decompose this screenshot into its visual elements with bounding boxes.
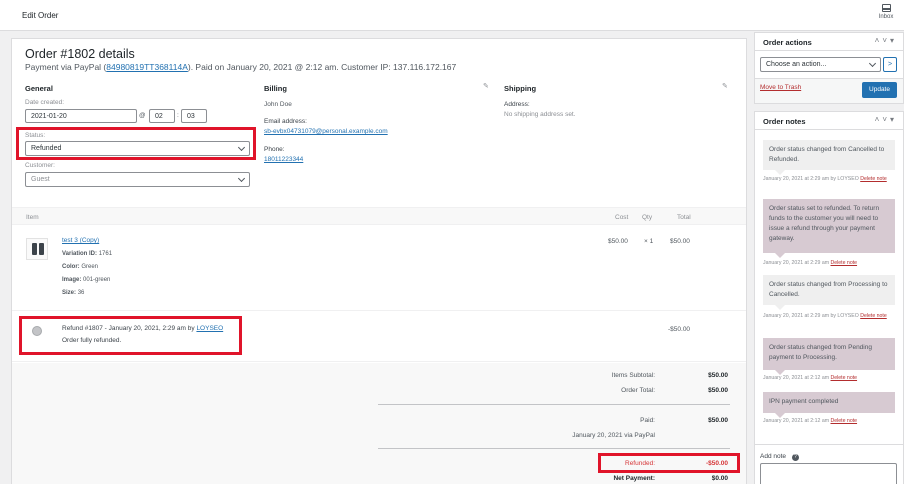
items-table-header: Item Cost Qty Total bbox=[12, 207, 746, 225]
product-qty: × 1 bbox=[644, 238, 654, 245]
paid-value: $50.00 bbox=[708, 417, 728, 424]
product-name[interactable]: test 3 (Copy) bbox=[62, 237, 99, 244]
billing-phone-value[interactable]: 18011223344 bbox=[264, 156, 303, 163]
edit-billing-icon[interactable]: ✎ bbox=[483, 82, 489, 90]
order-note: Order status changed from Cancelled to R… bbox=[763, 140, 895, 175]
transaction-link[interactable]: 84980819TT368114A bbox=[106, 62, 188, 72]
inbox-button[interactable]: Inbox bbox=[874, 4, 898, 20]
col-total: Total bbox=[677, 214, 691, 221]
add-note-textarea[interactable] bbox=[760, 463, 897, 484]
billing-email-label: Email address: bbox=[264, 118, 307, 125]
add-note-label: Add note ? bbox=[760, 453, 799, 461]
inbox-label: Inbox bbox=[878, 14, 894, 20]
shipping-address-label: Address: bbox=[504, 101, 530, 108]
note-meta: January 20, 2021 at 2:12 am Delete note bbox=[763, 375, 858, 381]
delete-note-link[interactable]: Delete note bbox=[831, 260, 858, 266]
order-note: Order status changed from Pending paymen… bbox=[763, 338, 895, 375]
note-meta: January 20, 2021 at 2:29 am by LOYSEO De… bbox=[763, 313, 887, 319]
product-cost: $50.00 bbox=[608, 238, 628, 245]
order-notes-heading: Order notes bbox=[763, 117, 806, 126]
time-colon: : bbox=[177, 112, 179, 119]
order-data-panel: Order #1802 details Payment via PayPal (… bbox=[11, 38, 747, 484]
customer-label: Customer: bbox=[25, 162, 55, 169]
chevron-down-icon bbox=[237, 174, 246, 183]
totals-divider-2 bbox=[378, 448, 730, 449]
move-to-trash-link[interactable]: Move to Trash bbox=[760, 84, 801, 91]
chevron-down-icon bbox=[868, 59, 877, 68]
date-created-input[interactable]: 2021-01-20 bbox=[25, 109, 137, 123]
product-thumbnail bbox=[26, 238, 48, 260]
order-total-value: $50.00 bbox=[708, 387, 728, 394]
apply-action-button[interactable]: > bbox=[883, 57, 897, 72]
minute-input[interactable]: 03 bbox=[181, 109, 207, 123]
delete-note-link[interactable]: Delete note bbox=[860, 313, 887, 319]
totals-divider bbox=[378, 404, 730, 405]
order-title: Order #1802 details bbox=[25, 47, 135, 61]
paid-label: Paid: bbox=[640, 417, 655, 424]
order-actions-heading: Order actions bbox=[763, 38, 812, 47]
note-meta: January 20, 2021 at 2:29 am by LOYSEO De… bbox=[763, 176, 887, 182]
shipping-address-value: No shipping address set. bbox=[504, 111, 576, 118]
page-title: Edit Order bbox=[22, 11, 59, 20]
delete-note-link[interactable]: Delete note bbox=[860, 176, 887, 182]
order-notes-box: Order notes ˄˅▾ Order status changed fro… bbox=[754, 111, 904, 484]
billing-email-value[interactable]: sb-evbx04731079@personal.example.com bbox=[264, 128, 388, 135]
note-meta: January 20, 2021 at 2:29 am Delete note bbox=[763, 260, 858, 266]
delete-note-link[interactable]: Delete note bbox=[831, 418, 858, 424]
variation-meta: Variation ID: 1761 bbox=[62, 251, 113, 257]
general-heading: General bbox=[25, 84, 53, 93]
highlight-status bbox=[16, 127, 256, 160]
billing-name: John Doe bbox=[264, 101, 292, 108]
billing-phone-label: Phone: bbox=[264, 146, 285, 153]
at-symbol: @ bbox=[139, 112, 146, 119]
subtotal-value: $50.00 bbox=[708, 372, 728, 379]
col-item: Item bbox=[26, 214, 39, 221]
delete-note-link[interactable]: Delete note bbox=[831, 375, 858, 381]
highlight-refund bbox=[19, 316, 242, 355]
highlight-refunded bbox=[598, 453, 740, 473]
note-meta: January 20, 2021 at 2:12 am Delete note bbox=[763, 418, 858, 424]
edit-shipping-icon[interactable]: ✎ bbox=[722, 82, 728, 90]
update-button[interactable]: Update bbox=[862, 82, 897, 98]
order-note: Order status changed from Processing to … bbox=[763, 275, 895, 310]
order-note: IPN payment completed bbox=[763, 392, 895, 418]
image-meta: Image: 001-green bbox=[62, 277, 111, 283]
box-controls[interactable]: ˄˅▾ bbox=[875, 36, 897, 45]
order-total-label: Order Total: bbox=[621, 387, 655, 394]
refund-amount: -$50.00 bbox=[668, 326, 691, 333]
top-bar: Edit Order Inbox bbox=[0, 0, 904, 31]
help-icon[interactable]: ? bbox=[791, 454, 799, 461]
order-note: Order status set to refunded. To return … bbox=[763, 199, 895, 258]
col-qty: Qty bbox=[642, 214, 653, 221]
inbox-icon bbox=[881, 4, 891, 12]
net-payment-value: $0.00 bbox=[711, 475, 728, 482]
customer-select[interactable]: Guest bbox=[25, 172, 250, 187]
subtotal-label: Items Subtotal: bbox=[611, 372, 655, 379]
hour-input[interactable]: 02 bbox=[149, 109, 175, 123]
box-controls[interactable]: ˄˅▾ bbox=[875, 115, 897, 124]
size-meta: Size: 36 bbox=[62, 290, 85, 296]
billing-heading: Billing bbox=[264, 84, 287, 93]
paid-note: January 20, 2021 via PayPal bbox=[572, 432, 655, 439]
color-meta: Color: Green bbox=[62, 264, 99, 270]
shipping-heading: Shipping bbox=[504, 84, 537, 93]
col-cost: Cost bbox=[615, 214, 629, 221]
product-total: $50.00 bbox=[670, 238, 690, 245]
net-payment-label: Net Payment: bbox=[613, 475, 655, 482]
order-actions-box: Order actions ˄˅▾ Choose an action... > … bbox=[754, 32, 904, 104]
order-payment-info: Payment via PayPal (84980819TT368114A). … bbox=[25, 62, 457, 72]
order-action-select[interactable]: Choose an action... bbox=[760, 57, 881, 72]
date-created-label: Date created: bbox=[25, 99, 65, 106]
